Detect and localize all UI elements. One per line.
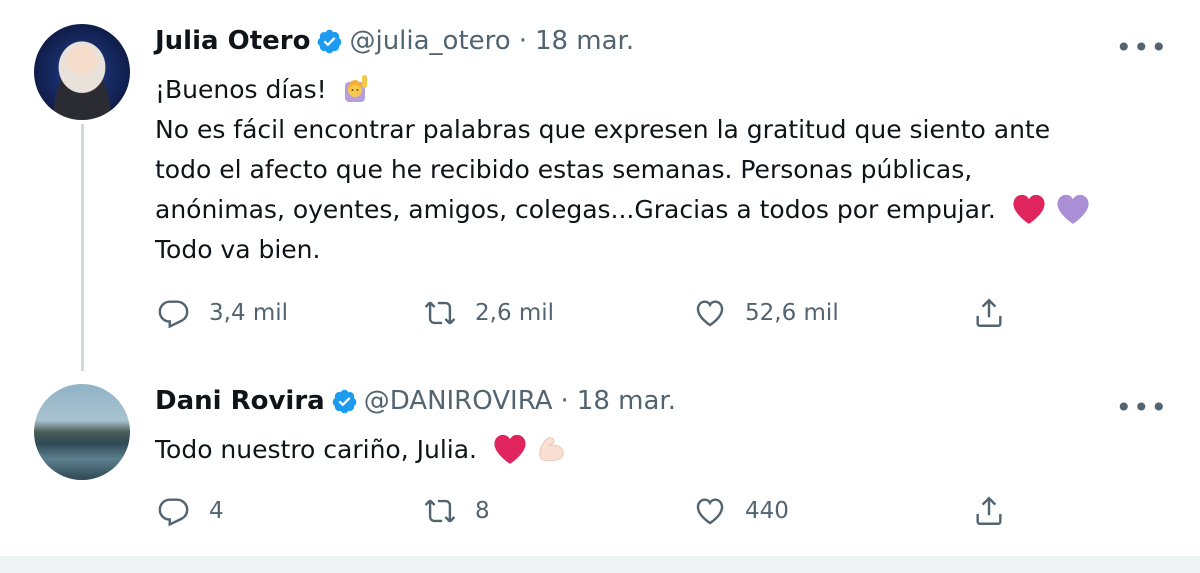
verified-badge-icon	[316, 28, 343, 55]
tweet-actions: 4 8 440	[155, 494, 1035, 534]
author-handle[interactable]: @DANIROVIRA	[364, 386, 553, 416]
tweet-header: Dani Rovira @DANIROVIRA · 18 mar.	[155, 386, 676, 416]
more-options-icon[interactable]: •••	[1115, 394, 1168, 422]
separator: ·	[518, 26, 527, 56]
text-line: Todo va bien.	[155, 235, 321, 264]
reply-button[interactable]: 4	[157, 494, 224, 528]
red-heart-emoji	[1012, 193, 1046, 225]
tweet-julia-otero[interactable]: Julia Otero @julia_otero · 18 mar. ••• ¡…	[0, 0, 1200, 372]
tweet-text: ¡Buenos días! No es fácil encontrar pala…	[155, 70, 1155, 270]
share-button[interactable]	[972, 494, 1006, 528]
avatar[interactable]	[34, 24, 130, 120]
reply-button[interactable]: 3,4 mil	[157, 296, 288, 330]
reply-icon	[157, 296, 191, 330]
tweet-dani-rovira[interactable]: Dani Rovira @DANIROVIRA · 18 mar. ••• To…	[0, 372, 1200, 556]
like-count: 440	[745, 498, 789, 524]
avatar[interactable]	[34, 384, 130, 480]
reply-count: 3,4 mil	[209, 300, 289, 326]
text-line: todo el afecto que he recibido estas sem…	[155, 155, 973, 184]
tweet-date[interactable]: 18 mar.	[577, 386, 676, 416]
text-line: ¡Buenos días!	[155, 70, 1155, 110]
more-options-icon[interactable]: •••	[1115, 34, 1168, 62]
retweet-button[interactable]: 8	[423, 494, 490, 528]
retweet-button[interactable]: 2,6 mil	[423, 296, 554, 330]
like-icon	[693, 494, 727, 528]
reply-icon	[157, 494, 191, 528]
author-handle[interactable]: @julia_otero	[349, 26, 510, 56]
text-line: Todo nuestro cariño, Julia.	[155, 430, 1155, 470]
thread-line	[81, 124, 84, 371]
like-count: 52,6 mil	[745, 300, 839, 326]
red-heart-emoji	[493, 433, 527, 465]
share-icon	[972, 296, 1006, 330]
tweet-text: Todo nuestro cariño, Julia.	[155, 430, 1155, 470]
reply-count: 4	[209, 498, 224, 524]
author-name[interactable]: Dani Rovira	[155, 386, 325, 416]
author-name[interactable]: Julia Otero	[155, 26, 310, 56]
tweet-header: Julia Otero @julia_otero · 18 mar.	[155, 26, 634, 56]
tweet-date[interactable]: 18 mar.	[535, 26, 634, 56]
text-line: anónimas, oyentes, amigos, colegas...Gra…	[155, 190, 1155, 230]
like-button[interactable]: 52,6 mil	[693, 296, 839, 330]
share-icon	[972, 494, 1006, 528]
retweet-count: 2,6 mil	[475, 300, 555, 326]
verified-badge-icon	[331, 388, 358, 415]
tweet-actions: 3,4 mil 2,6 mil 52,6 mil	[155, 296, 1035, 336]
share-button[interactable]	[972, 296, 1006, 330]
text-line: No es fácil encontrar palabras que expre…	[155, 115, 1051, 144]
timeline-divider	[0, 556, 1200, 573]
retweet-icon	[423, 494, 457, 528]
separator: ·	[560, 386, 569, 416]
retweet-icon	[423, 296, 457, 330]
flexed-biceps-emoji	[539, 437, 564, 462]
retweet-count: 8	[475, 498, 490, 524]
like-button[interactable]: 440	[693, 494, 789, 528]
purple-heart-emoji	[1056, 193, 1090, 225]
raising-hand-emoji	[344, 75, 367, 102]
like-icon	[693, 296, 727, 330]
